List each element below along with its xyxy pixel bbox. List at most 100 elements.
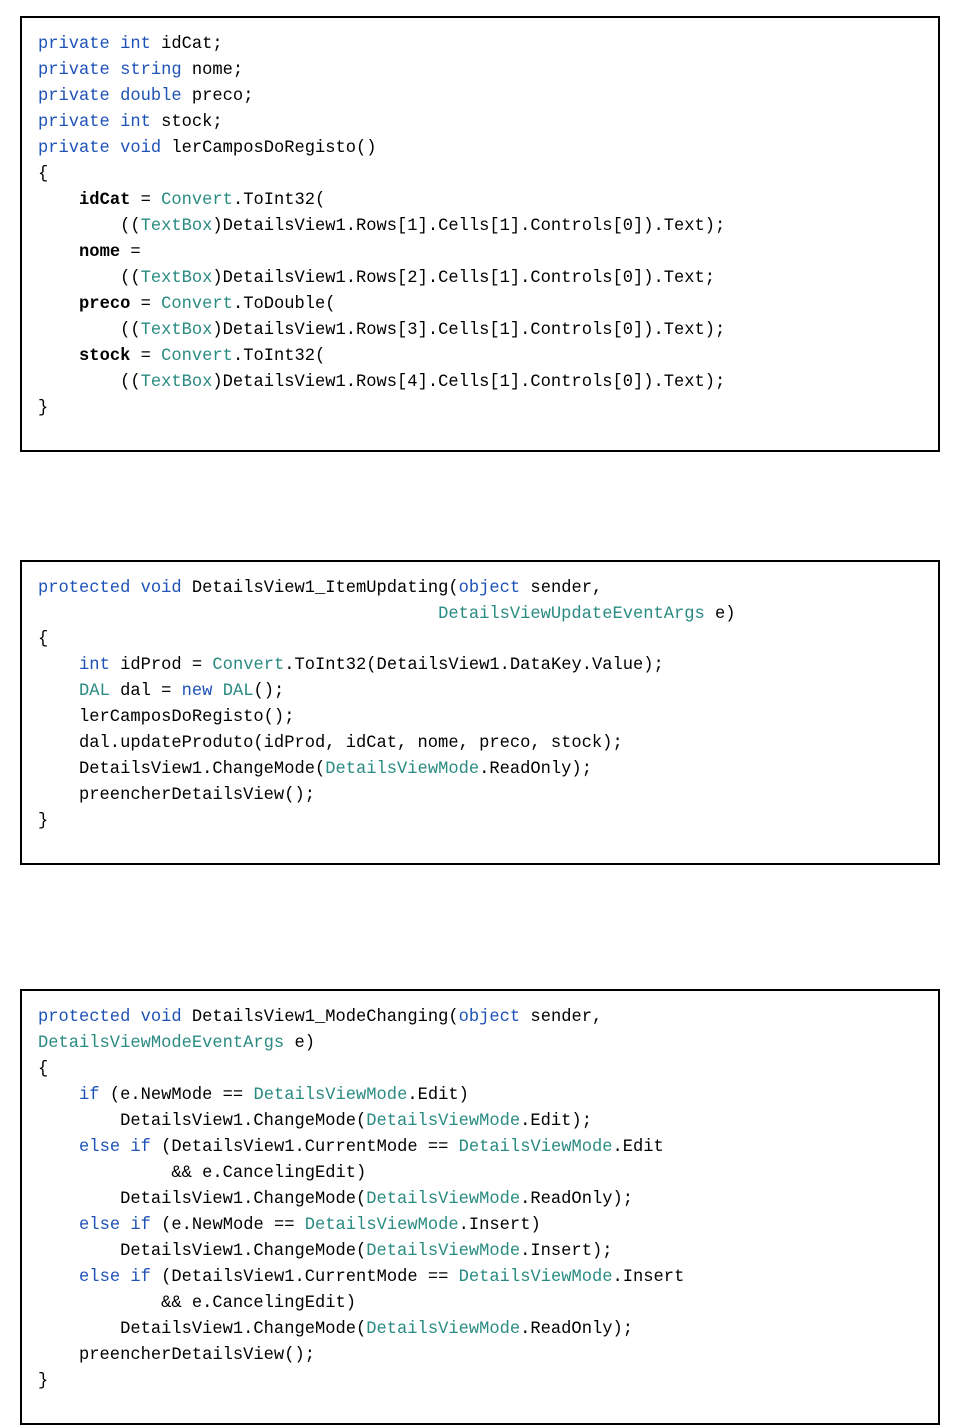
- code-line: DetailsView1.ChangeMode(DetailsViewMode.…: [38, 1187, 922, 1213]
- code-token: && e.CancelingEdit): [38, 1164, 366, 1183]
- code-token: e): [284, 1034, 315, 1053]
- code-token: if: [130, 1268, 151, 1287]
- code-token: =: [130, 347, 161, 366]
- code-line: protected void DetailsView1_ModeChanging…: [38, 1005, 922, 1031]
- code-line: idCat = Convert.ToInt32(: [38, 188, 922, 214]
- code-token: .ReadOnly);: [520, 1320, 633, 1339]
- code-token: Convert: [161, 347, 233, 366]
- code-token: ((: [38, 321, 141, 340]
- code-token: dal.updateProduto(idProd, idCat, nome, p…: [38, 734, 623, 753]
- code-token: e): [705, 605, 736, 624]
- code-token: private: [38, 113, 110, 132]
- code-token: private: [38, 35, 110, 54]
- code-line: protected void DetailsView1_ItemUpdating…: [38, 576, 922, 602]
- code-token: Convert: [161, 295, 233, 314]
- code-token: .Insert: [613, 1268, 685, 1287]
- code-token: )DetailsView1.Rows[4].Cells[1].Controls[…: [212, 373, 725, 392]
- code-token: DetailsView1.ChangeMode(: [38, 1190, 366, 1209]
- code-token: }: [38, 1372, 48, 1391]
- code-line: DetailsViewModeEventArgs e): [38, 1031, 922, 1057]
- code-token: DetailsViewModeEventArgs: [38, 1034, 284, 1053]
- code-line: private int idCat;: [38, 32, 922, 58]
- code-token: preco;: [182, 87, 254, 106]
- code-line: DetailsView1.ChangeMode(DetailsViewMode.…: [38, 1239, 922, 1265]
- code-token: int: [120, 113, 151, 132]
- code-line: DetailsView1.ChangeMode(DetailsViewMode.…: [38, 757, 922, 783]
- code-token: Convert: [212, 656, 284, 675]
- code-line: private int stock;: [38, 110, 922, 136]
- code-token: [110, 87, 120, 106]
- code-token: TextBox: [141, 321, 213, 340]
- code-token: [38, 682, 79, 701]
- code-token: void: [141, 579, 182, 598]
- code-token: .ReadOnly);: [520, 1190, 633, 1209]
- code-token: DetailsViewUpdateEventArgs: [438, 605, 705, 624]
- code-token: DetailsViewMode: [325, 760, 479, 779]
- code-token: ((: [38, 269, 141, 288]
- code-token: [110, 61, 120, 80]
- code-token: ((: [38, 217, 141, 236]
- code-token: [120, 1268, 130, 1287]
- code-token: void: [141, 1008, 182, 1027]
- code-token: [38, 295, 79, 314]
- code-token: .Insert): [459, 1216, 541, 1235]
- code-token: .ToInt32(DetailsView1.DataKey.Value);: [284, 656, 664, 675]
- code-token: .ToInt32(: [233, 191, 325, 210]
- code-token: idCat;: [151, 35, 223, 54]
- code-line: }: [38, 396, 922, 422]
- code-token: (DetailsView1.CurrentMode ==: [151, 1138, 459, 1157]
- code-block-3: protected void DetailsView1_ModeChanging…: [20, 989, 940, 1425]
- code-token: [38, 1138, 79, 1157]
- code-line: preencherDetailsView();: [38, 1343, 922, 1369]
- code-token: DetailsView1.ChangeMode(: [38, 1112, 366, 1131]
- code-line: }: [38, 809, 922, 835]
- code-line: else if (DetailsView1.CurrentMode == Det…: [38, 1135, 922, 1161]
- code-token: TextBox: [141, 217, 213, 236]
- code-token: (e.NewMode ==: [100, 1086, 254, 1105]
- code-line: {: [38, 627, 922, 653]
- code-token: if: [79, 1086, 100, 1105]
- code-line: DAL dal = new DAL();: [38, 679, 922, 705]
- code-token: TextBox: [141, 269, 213, 288]
- code-token: )DetailsView1.Rows[2].Cells[1].Controls[…: [212, 269, 715, 288]
- code-token: && e.CancelingEdit): [38, 1294, 356, 1313]
- code-token: {: [38, 165, 48, 184]
- code-token: [38, 1086, 79, 1105]
- code-token: idProd =: [110, 656, 213, 675]
- code-token: DetailsView1.ChangeMode(: [38, 1320, 366, 1339]
- code-line: DetailsView1.ChangeMode(DetailsViewMode.…: [38, 1109, 922, 1135]
- code-token: private: [38, 139, 110, 158]
- code-token: [38, 243, 79, 262]
- code-line: DetailsViewUpdateEventArgs e): [38, 602, 922, 628]
- code-token: stock: [79, 347, 130, 366]
- code-token: .ToDouble(: [233, 295, 336, 314]
- code-token: DetailsViewMode: [253, 1086, 407, 1105]
- code-token: ();: [253, 682, 284, 701]
- code-line: ((TextBox)DetailsView1.Rows[4].Cells[1].…: [38, 370, 922, 396]
- code-token: DetailsViewMode: [459, 1138, 613, 1157]
- code-token: [38, 1216, 79, 1235]
- code-token: int: [120, 35, 151, 54]
- code-line: DetailsView1.ChangeMode(DetailsViewMode.…: [38, 1317, 922, 1343]
- code-token: dal =: [110, 682, 182, 701]
- code-token: }: [38, 399, 48, 418]
- code-token: DAL: [79, 682, 110, 701]
- code-token: private: [38, 61, 110, 80]
- code-token: [38, 656, 79, 675]
- code-token: TextBox: [141, 373, 213, 392]
- code-token: )DetailsView1.Rows[3].Cells[1].Controls[…: [212, 321, 725, 340]
- code-token: [110, 35, 120, 54]
- code-token: [110, 113, 120, 132]
- code-line: ((TextBox)DetailsView1.Rows[2].Cells[1].…: [38, 266, 922, 292]
- code-line: private void lerCamposDoRegisto(): [38, 136, 922, 162]
- code-token: protected: [38, 1008, 130, 1027]
- code-line: {: [38, 162, 922, 188]
- code-token: .Insert);: [520, 1242, 612, 1261]
- code-token: DetailsViewMode: [366, 1320, 520, 1339]
- code-token: .ReadOnly);: [479, 760, 592, 779]
- code-token: (DetailsView1.CurrentMode ==: [151, 1268, 459, 1287]
- code-token: [38, 1268, 79, 1287]
- code-line: ((TextBox)DetailsView1.Rows[1].Cells[1].…: [38, 214, 922, 240]
- code-line: else if (e.NewMode == DetailsViewMode.In…: [38, 1213, 922, 1239]
- code-line: }: [38, 1369, 922, 1395]
